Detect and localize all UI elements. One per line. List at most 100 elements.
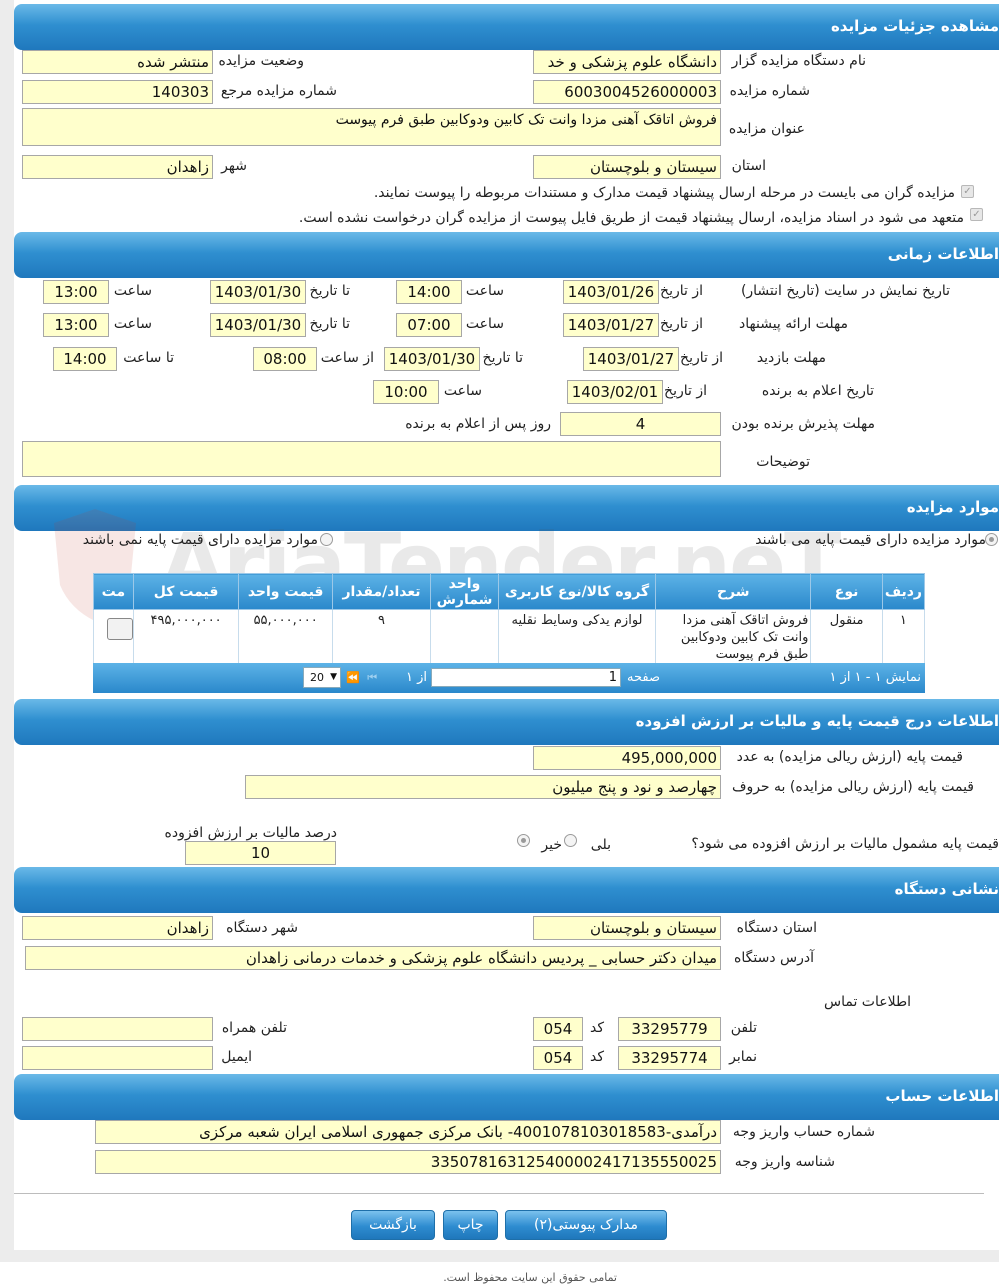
col-extra[interactable]: مت	[93, 573, 134, 610]
back-button[interactable]: بازگشت	[351, 1210, 435, 1240]
col-type[interactable]: نوع	[810, 573, 883, 610]
account-no-label: شماره حساب واریز وجه	[732, 1124, 875, 1140]
base-price-words-field[interactable]: چهارصد و نود و پنج میلیون	[245, 775, 721, 799]
visit-from-time[interactable]: 08:00	[253, 347, 317, 371]
deposit-id-field[interactable]: 335078163125400002417135550025	[95, 1150, 721, 1174]
description-label: توضیحات	[756, 454, 810, 470]
auction-no-label: شماره مزایده	[729, 83, 810, 99]
without-base-price-radio[interactable]	[320, 533, 333, 546]
vat-percent-field[interactable]: 10	[185, 841, 336, 865]
pager-prev-icons[interactable]: ⏪ ⏮	[346, 671, 379, 685]
col-unit-price[interactable]: قیمت واحد	[238, 573, 333, 610]
fax-code-field[interactable]: 054	[533, 1046, 583, 1070]
col-group[interactable]: گروه کالا/نوع کاربری	[497, 573, 657, 610]
offer-to-date[interactable]: 1403/01/30	[210, 313, 306, 337]
section-header-base-price: اطلاعات درج قیمت پایه و مالیات بر ارزش ا…	[14, 699, 999, 745]
pager-page-label: صفحه	[627, 670, 660, 685]
cell-type: منقول	[810, 609, 883, 663]
vat-percent-label: درصد مالیات بر ارزش افزوده	[164, 825, 338, 841]
visit-from-date[interactable]: 1403/01/27	[583, 347, 679, 371]
org-address-label: آدرس دستگاه	[734, 950, 814, 966]
no-attachment-commit-checkbox[interactable]: ✓	[970, 208, 983, 221]
title-label: عنوان مزایده	[728, 121, 805, 137]
phone-code-field[interactable]: 054	[533, 1017, 583, 1041]
attachments-button[interactable]: مدارک پیوستی(۲)	[505, 1210, 667, 1240]
col-total[interactable]: قیمت کل	[132, 573, 240, 610]
description-field[interactable]	[22, 441, 721, 477]
province-label: استان	[731, 158, 766, 174]
ref-no-field[interactable]: 140303	[22, 80, 213, 104]
footer-copyright: تمامی حقوق این سایت محفوظ است.	[443, 1271, 617, 1284]
auction-no-field[interactable]: 6003004526000003	[533, 80, 721, 104]
status-field[interactable]: منتشر شده	[22, 50, 213, 74]
divider	[14, 1193, 984, 1194]
org-name-field[interactable]: دانشگاه علوم پزشکی و خد	[533, 50, 721, 74]
vat-no-radio[interactable]	[517, 834, 530, 847]
base-price-numeric-field[interactable]: 495,000,000	[533, 746, 721, 770]
city-field[interactable]: زاهدان	[22, 155, 213, 179]
org-city-label: شهر دستگاه	[226, 920, 298, 936]
phone-field[interactable]: 33295779	[618, 1017, 721, 1041]
no-attachment-commit-text: متعهد می شود در اسناد مزایده، ارسال پیشن…	[298, 210, 964, 226]
attachments-required-text: مزایده گران می بایست در مرحله ارسال پیشن…	[373, 185, 955, 201]
province-field[interactable]: سیستان و بلوچستان	[533, 155, 721, 179]
display-from-date[interactable]: 1403/01/26	[563, 280, 659, 304]
phone-code-label: کد	[589, 1020, 604, 1036]
winner-from-date[interactable]: 1403/02/01	[567, 380, 663, 404]
display-to-label: تا تاریخ	[309, 283, 350, 299]
fax-field[interactable]: 33295774	[618, 1046, 721, 1070]
display-to-time[interactable]: 13:00	[43, 280, 109, 304]
display-from-time-label: ساعت	[465, 283, 504, 299]
cell-qty: ۹	[331, 609, 432, 663]
pager-page-input[interactable]: 1	[431, 668, 621, 687]
with-base-price-text: موارد مزایده دارای قیمت پایه می باشند	[755, 532, 986, 548]
account-no-field[interactable]: درآمدی-4001078103018583- بانک مرکزی جمهو…	[95, 1120, 721, 1144]
col-qty[interactable]: تعداد/مقدار	[331, 573, 432, 610]
org-city-field[interactable]: زاهدان	[22, 916, 213, 940]
offer-to-time[interactable]: 13:00	[43, 313, 109, 337]
visit-to-time[interactable]: 14:00	[53, 347, 117, 371]
with-base-price-radio[interactable]	[985, 533, 998, 546]
table-row[interactable]: ۱ منقول فروش اتاقک آهنی مزدا وانت تک کاب…	[93, 609, 925, 663]
cell-action	[93, 609, 134, 663]
pager-summary: نمایش ۱ - ۱ از ۱	[829, 670, 922, 685]
without-base-price-text: موارد مزایده دارای قیمت پایه نمی باشند	[82, 532, 318, 548]
winner-time[interactable]: 10:00	[373, 380, 439, 404]
accept-days-field[interactable]: 4	[560, 412, 721, 436]
print-button[interactable]: چاپ	[443, 1210, 498, 1240]
visit-to-date[interactable]: 1403/01/30	[384, 347, 480, 371]
org-province-field[interactable]: سیستان و بلوچستان	[533, 916, 721, 940]
visit-from-time-label: از ساعت	[320, 350, 374, 366]
section-header-timing: اطلاعات زمانی	[14, 232, 999, 278]
title-field[interactable]: فروش اتاقک آهنی مزدا وانت تک کابین ودوکا…	[22, 108, 721, 146]
vat-yes-label: بلی	[590, 837, 611, 853]
attachments-required-checkbox[interactable]: ✓	[961, 185, 974, 198]
offer-from-time[interactable]: 07:00	[396, 313, 462, 337]
cell-total: ۴۹۵,۰۰۰,۰۰۰	[132, 609, 240, 663]
row-detail-button[interactable]	[106, 618, 133, 640]
winner-time-label: ساعت	[443, 383, 482, 399]
pager-of-label: از ۱	[406, 670, 428, 685]
offer-to-label: تا تاریخ	[309, 316, 350, 332]
pager-size-select[interactable]: 20 ▼	[303, 667, 341, 688]
org-address-field[interactable]: میدان دکتر حسابی _ پردیس دانشگاه علوم پز…	[25, 946, 721, 970]
email-field[interactable]	[22, 1046, 213, 1070]
section-header-account: اطلاعات حساب	[14, 1074, 999, 1120]
display-from-time[interactable]: 14:00	[396, 280, 462, 304]
visit-from-label: از تاریخ	[680, 350, 723, 366]
col-row[interactable]: ردیف	[881, 573, 925, 610]
mobile-label: تلفن همراه	[221, 1020, 287, 1036]
display-to-date[interactable]: 1403/01/30	[210, 280, 306, 304]
col-desc[interactable]: شرح	[655, 573, 812, 610]
col-unit[interactable]: واحد شمارش	[430, 573, 499, 610]
vat-yes-radio[interactable]	[564, 834, 577, 847]
org-name-label: نام دستگاه مزایده گزار	[731, 53, 866, 69]
cell-group: لوازم یدکی وسایط نقلیه	[497, 609, 657, 663]
vat-question: قیمت پایه مشمول مالیات بر ارزش افزوده می…	[691, 836, 999, 852]
visit-to-label: تا تاریخ	[482, 350, 523, 366]
accept-deadline-label: مهلت پذیرش برنده بودن	[731, 416, 876, 432]
email-label: ایمیل	[221, 1049, 252, 1065]
offer-from-date[interactable]: 1403/01/27	[563, 313, 659, 337]
section-header-address: نشانی دستگاه	[14, 867, 999, 913]
mobile-field[interactable]	[22, 1017, 213, 1041]
